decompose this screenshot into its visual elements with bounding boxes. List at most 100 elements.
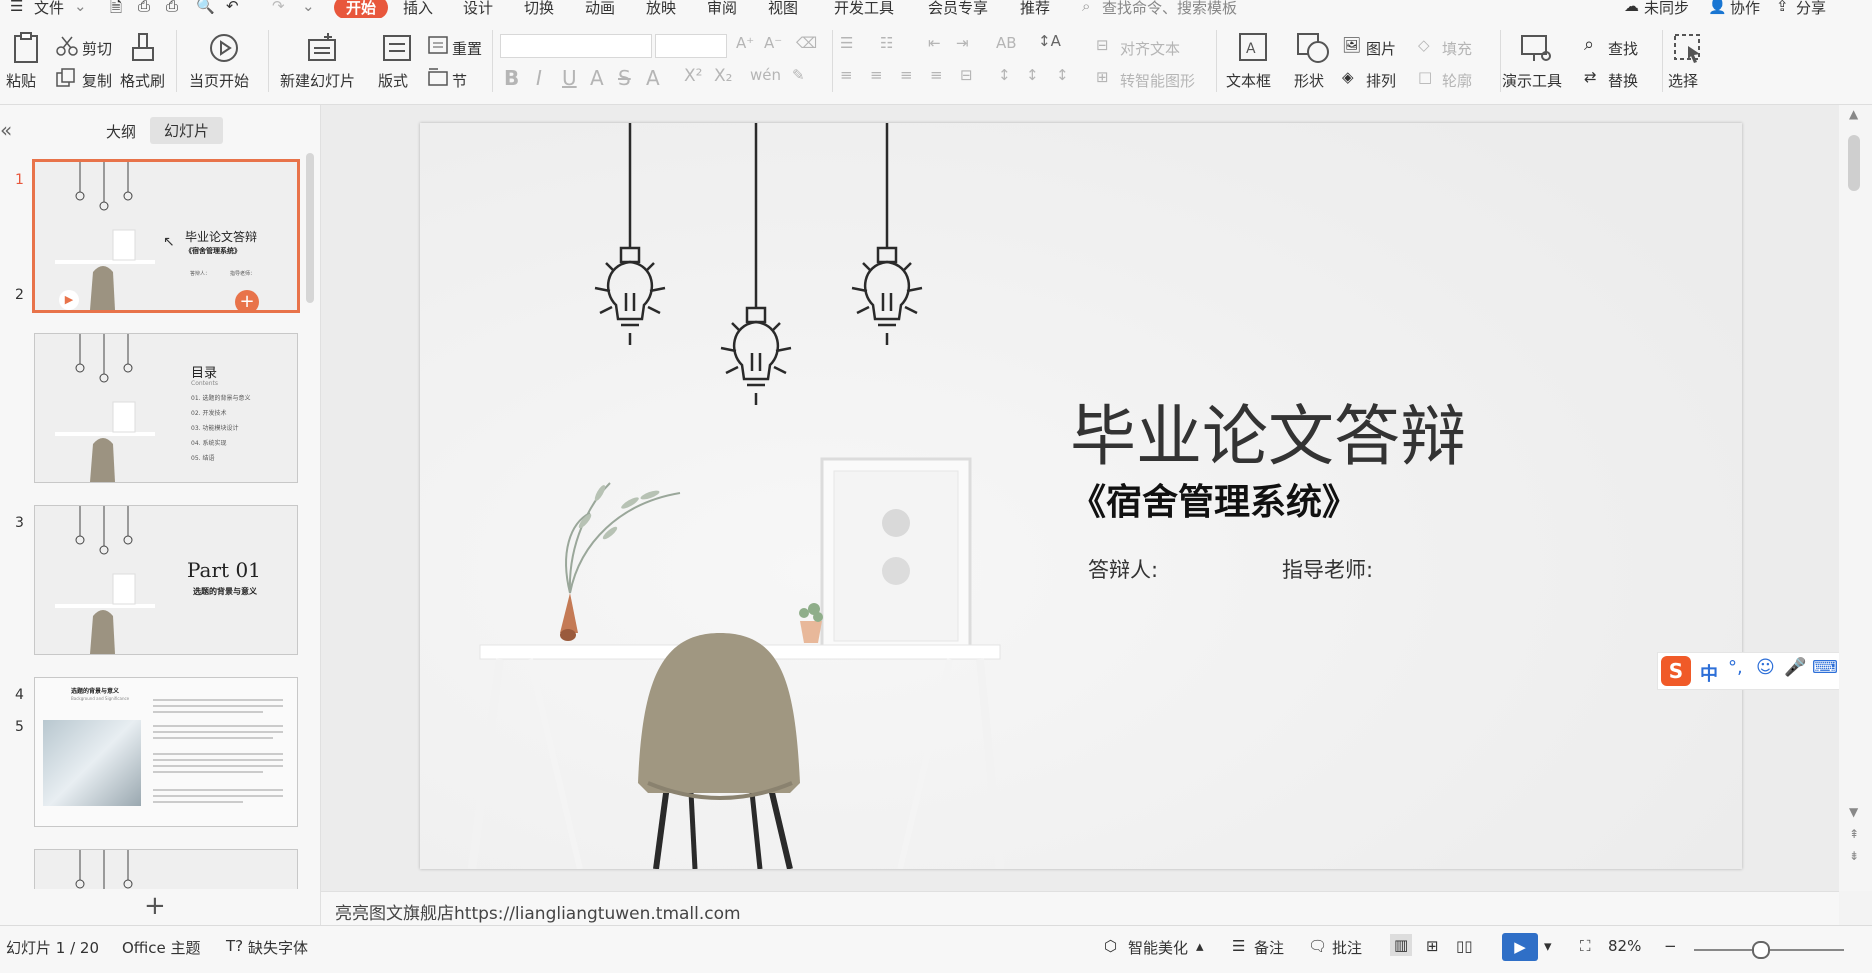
chevron-up-icon[interactable]: ▴ [1196, 937, 1204, 955]
tab-slides[interactable]: 幻灯片 [150, 117, 224, 144]
chevron-down-icon[interactable]: ⌄ [74, 0, 87, 15]
prev-slide-icon[interactable]: ⇞ [1849, 827, 1859, 841]
scrollbar-thumb[interactable] [1848, 135, 1860, 191]
theme-name[interactable]: Office 主题 [122, 937, 201, 958]
quick-access-more-icon[interactable]: ⌄ [302, 0, 315, 15]
ime-lang-toggle[interactable]: 中 [1700, 660, 1718, 686]
para-spacing3-icon[interactable]: ↕ [1056, 66, 1069, 84]
justify-icon[interactable]: ≡ [930, 66, 943, 84]
underline-icon[interactable]: U [562, 66, 577, 90]
line-spacing-icon[interactable]: ↕A [1038, 32, 1061, 50]
reset-button[interactable]: 重置 [452, 38, 482, 59]
slide-thumbnail-5[interactable] [34, 849, 298, 891]
comments-toggle[interactable]: 批注 [1332, 937, 1362, 958]
align-text-dropdown[interactable]: 对齐文本 [1120, 38, 1180, 59]
zoom-level[interactable]: 82% [1608, 937, 1641, 955]
notes-pane[interactable]: 亮亮图文旗舰店https://liangliangtuwen.tmall.com [321, 891, 1839, 926]
shapes-icon[interactable] [1296, 32, 1330, 64]
paste-icon[interactable] [12, 32, 42, 64]
paste-button[interactable]: 粘贴 [6, 70, 36, 91]
keyboard-icon[interactable]: ⌨ [1812, 657, 1838, 678]
bullet-list-icon[interactable]: ☰ [840, 34, 853, 52]
para-spacing-icon[interactable]: ↕ [998, 66, 1011, 84]
new-slide-button[interactable]: 新建幻灯片 [280, 70, 355, 91]
panel-scrollbar[interactable] [306, 153, 314, 303]
distribute-icon[interactable]: ⊟ [960, 66, 973, 84]
chevron-down-icon[interactable]: ▾ [1544, 937, 1552, 955]
strikethrough-icon[interactable]: S [618, 66, 631, 90]
emoji-icon[interactable]: ☺ [1756, 657, 1775, 678]
preview-icon[interactable]: 🔍 [196, 0, 215, 15]
shrink-font-icon[interactable]: A⁻ [764, 34, 782, 52]
slide-1[interactable]: 毕业论文答辩 《宿舍管理系统》 答辩人: 指导老师: [420, 123, 1742, 869]
outline-dropdown[interactable]: 轮廓 [1442, 70, 1472, 91]
cut-button[interactable]: 剪切 [82, 38, 112, 59]
advisor-label[interactable]: 指导老师: [1282, 554, 1373, 584]
canvas-vertical-scrollbar[interactable]: ▲ ▼ ⇞ ⇟ [1839, 105, 1872, 891]
hamburger-icon[interactable]: ☰ [10, 0, 23, 15]
align-center-icon[interactable]: ≡ [870, 66, 883, 84]
menu-file[interactable]: 文件 [34, 0, 64, 18]
smart-beautify-button[interactable]: 智能美化 [1128, 937, 1188, 958]
share-button[interactable]: 分享 [1796, 0, 1826, 18]
command-search-input[interactable]: 查找命令、搜索模板 [1102, 0, 1237, 18]
fit-window-icon[interactable]: ⛶ [1580, 937, 1591, 955]
slide-thumbnail-4[interactable]: 选题的背景与意义 Background and Significance [34, 677, 298, 827]
collapse-panel-icon[interactable]: « [0, 118, 12, 142]
fill-dropdown[interactable]: 填充 [1442, 38, 1472, 59]
superscript-icon[interactable]: X² [684, 66, 702, 86]
bold-icon[interactable]: B [504, 66, 519, 90]
tab-home[interactable]: 开始 [334, 0, 389, 19]
italic-icon[interactable]: I [536, 66, 542, 90]
slide-thumbnail-1[interactable]: 毕业论文答辩 《宿舍管理系统》 答辩人： 指导老师： ↖ ▶ + [32, 159, 300, 313]
redo-icon[interactable]: ↷ [272, 0, 285, 15]
increase-indent-icon[interactable]: ⇥ [956, 34, 969, 52]
layout-icon[interactable] [382, 34, 412, 62]
export-icon[interactable]: ⎙ [138, 0, 150, 15]
play-slide-icon[interactable]: ▶ [59, 290, 79, 310]
grow-font-icon[interactable]: A⁺ [736, 34, 754, 52]
convert-smartart-button[interactable]: 转智能图形 [1120, 70, 1195, 91]
tab-recommend[interactable]: 推荐 [1020, 0, 1050, 18]
subscript-icon[interactable]: X₂ [714, 66, 732, 86]
sync-status[interactable]: 未同步 [1644, 0, 1689, 18]
font-family-select[interactable] [500, 34, 652, 58]
copy-button[interactable]: 复制 [82, 70, 112, 91]
select-dropdown[interactable]: 选择 [1668, 70, 1698, 91]
slide-title[interactable]: 毕业论文答辩 [1070, 383, 1466, 479]
print-icon[interactable]: ⎙ [166, 0, 178, 15]
missing-font-button[interactable]: 缺失字体 [248, 937, 308, 958]
play-slideshow-button[interactable]: ▶ [1502, 933, 1538, 961]
text-direction-icon[interactable]: AB [996, 34, 1017, 52]
presentation-tools-icon[interactable] [1520, 32, 1552, 64]
scroll-down-icon[interactable]: ▼ [1849, 805, 1858, 819]
para-spacing2-icon[interactable]: ↕ [1026, 66, 1039, 84]
layout-dropdown[interactable]: 版式 [378, 70, 408, 91]
slide-thumbnail-2[interactable]: 目录 Contents 01. 选题的背景与意义 02. 开发技术 03. 功能… [34, 333, 298, 483]
format-painter-icon[interactable] [130, 32, 156, 64]
tab-slideshow[interactable]: 放映 [646, 0, 676, 18]
new-slide-icon[interactable] [306, 32, 338, 64]
tab-member[interactable]: 会员专享 [928, 0, 988, 18]
tab-insert[interactable]: 插入 [403, 0, 433, 18]
numbered-list-icon[interactable]: ☷ [880, 34, 893, 52]
next-slide-icon[interactable]: ⇟ [1849, 849, 1859, 863]
format-painter-button[interactable]: 格式刷 [120, 70, 165, 91]
tab-transition[interactable]: 切换 [524, 0, 554, 18]
tab-animation[interactable]: 动画 [585, 0, 615, 18]
tab-review[interactable]: 审阅 [707, 0, 737, 18]
textbox-dropdown[interactable]: 文本框 [1226, 70, 1271, 91]
find-button[interactable]: 查找 [1608, 38, 1638, 59]
notes-toggle[interactable]: 备注 [1254, 937, 1284, 958]
shadow-icon[interactable]: A [590, 66, 604, 90]
arrange-dropdown[interactable]: 排列 [1366, 70, 1396, 91]
notes-text[interactable]: 亮亮图文旗舰店https://liangliangtuwen.tmall.com [335, 899, 741, 924]
clear-format-icon[interactable]: ⌫ [796, 34, 817, 52]
slide-subtitle[interactable]: 《宿舍管理系统》 [1070, 473, 1358, 525]
reading-view-icon[interactable]: ▯▯ [1456, 937, 1473, 955]
font-color-icon[interactable]: A [646, 66, 660, 90]
sogou-logo-icon[interactable]: S [1661, 656, 1691, 686]
add-slide-icon[interactable]: + [235, 290, 259, 310]
defender-label[interactable]: 答辩人: [1088, 554, 1158, 584]
highlight-icon[interactable]: ✎ [792, 66, 805, 84]
